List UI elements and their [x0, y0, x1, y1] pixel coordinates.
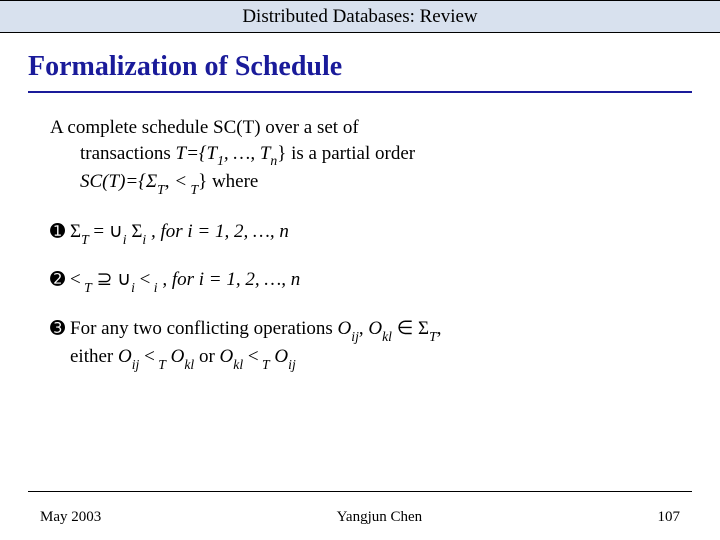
bullet-3: ➌ For any two conflicting operations Oij… [50, 316, 680, 373]
heading-section: Formalization of Schedule [0, 33, 720, 99]
bullet-2-body: < T ⊇ ∪i < i , for i = 1, 2, …, n [70, 267, 680, 295]
footer-author: Yangjun Chen [337, 509, 423, 526]
intro-paragraph: A complete schedule SC(T) over a set of … [50, 115, 680, 197]
content-area: A complete schedule SC(T) over a set of … [0, 99, 720, 372]
circled-two-icon: ➋ [50, 267, 70, 291]
intro-line2: transactions T={T1, …, Tn} is a partial … [50, 141, 680, 169]
intro-line3: SC(T)={ΣT, < T} where [50, 169, 680, 197]
slide-title: Formalization of Schedule [28, 51, 692, 83]
title-underline [28, 91, 692, 93]
footer-rule [28, 491, 692, 492]
bullet-3-body: For any two conflicting operations Oij, … [70, 316, 680, 373]
bullet-2: ➋ < T ⊇ ∪i < i , for i = 1, 2, …, n [50, 267, 680, 295]
bullet-1-body: ΣT = ∪i Σi , for i = 1, 2, …, n [70, 219, 680, 247]
circled-three-icon: ➌ [50, 316, 70, 340]
circled-one-icon: ➊ [50, 219, 70, 243]
footer-page-number: 107 [657, 509, 680, 526]
header-bar: Distributed Databases: Review [0, 0, 720, 33]
bullet-1: ➊ ΣT = ∪i Σi , for i = 1, 2, …, n [50, 219, 680, 247]
bullet-3-line2: either Oij < T Okl or Okl < T Oij [70, 344, 680, 372]
intro-line1: A complete schedule SC(T) over a set of [50, 117, 359, 138]
footer: May 2003 Yangjun Chen 107 [0, 509, 720, 526]
footer-date: May 2003 [40, 509, 101, 526]
header-title: Distributed Databases: Review [242, 6, 477, 27]
